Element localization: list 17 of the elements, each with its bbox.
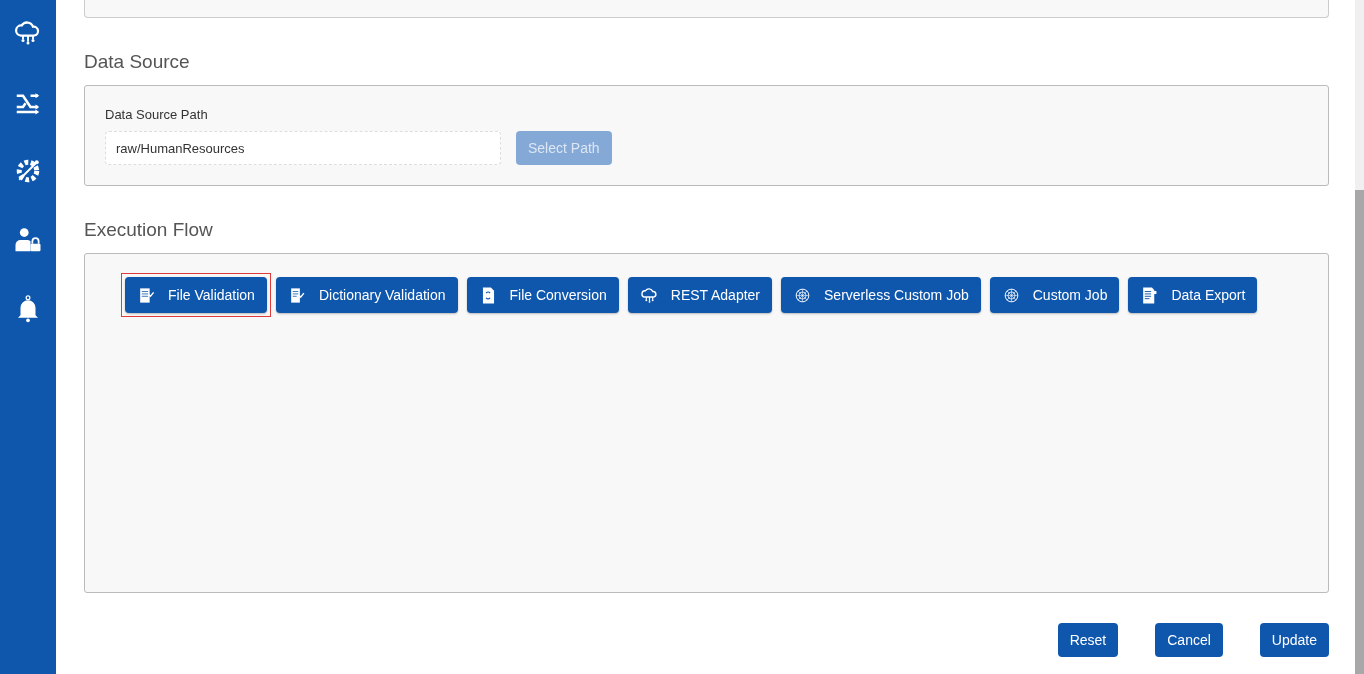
section-heading: Execution Flow <box>84 219 214 241</box>
step-button[interactable]: Custom Job <box>989 277 1120 313</box>
section-heading: Data Source <box>84 51 191 73</box>
path-input-field[interactable]: raw/HumanResources <box>105 131 501 165</box>
scrollbar-thumb[interactable] <box>1355 190 1364 674</box>
cloud-icon <box>639 285 659 305</box>
file-check-icon <box>137 285 156 305</box>
step-button[interactable]: REST Adapter <box>627 277 772 313</box>
step-button[interactable]: File Validation <box>125 277 267 313</box>
action-button[interactable]: Reset <box>1057 623 1119 657</box>
field-label: Data Source Path <box>105 107 209 122</box>
action-button[interactable]: Cancel <box>1155 623 1223 657</box>
step-button[interactable]: Dictionary Validation <box>275 277 458 313</box>
step-button[interactable]: File Conversion <box>466 277 619 313</box>
step-button[interactable]: Data Export <box>1128 277 1258 313</box>
action-button[interactable]: Update <box>1259 623 1329 657</box>
step-button[interactable]: Serverless Custom Job <box>781 277 981 313</box>
